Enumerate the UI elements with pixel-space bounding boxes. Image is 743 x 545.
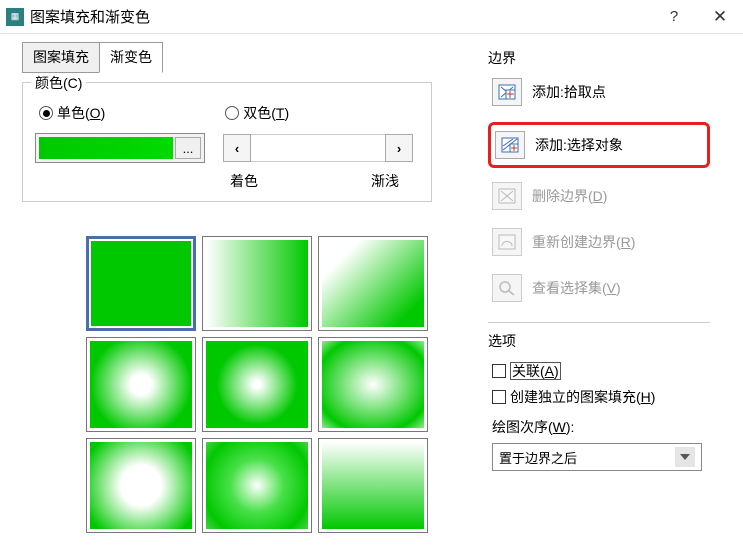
view-selection-button	[492, 274, 522, 302]
remove-boundary-button	[492, 182, 522, 210]
associative-label: 关联(A)	[510, 361, 561, 381]
titlebar: ▦ 图案填充和渐变色 ? ✕	[0, 0, 743, 34]
radio-empty-icon	[225, 106, 239, 120]
add-select-objects-button[interactable]	[495, 131, 525, 159]
draw-order-select[interactable]: 置于边界之后	[492, 443, 702, 471]
separate-hatch-row[interactable]: 创建独立的图案填充(H)	[492, 387, 710, 407]
gradient-pattern-9[interactable]	[318, 438, 428, 533]
tint-slider: ‹ ›	[223, 134, 413, 162]
associative-row[interactable]: 关联(A)	[492, 361, 710, 381]
magnifier-icon	[498, 280, 516, 296]
add-pick-points-label: 添加:拾取点	[532, 82, 606, 102]
color-swatch-control: ...	[35, 133, 205, 163]
tint-label: 着色	[230, 171, 258, 191]
close-button[interactable]: ✕	[697, 0, 743, 34]
gradient-pattern-3[interactable]	[318, 236, 428, 331]
remove-boundary-label: 删除边界(D)	[532, 186, 607, 206]
chevron-down-icon	[675, 447, 695, 467]
gradient-pattern-8[interactable]	[202, 438, 312, 533]
draw-order-value: 置于边界之后	[499, 448, 577, 467]
tabstrip: 图案填充 渐变色	[22, 42, 480, 73]
add-select-objects-label: 添加:选择对象	[535, 135, 623, 155]
gradient-pattern-1[interactable]	[86, 236, 196, 331]
color-browse-button[interactable]: ...	[175, 137, 201, 159]
recreate-boundary-button	[492, 228, 522, 256]
add-pick-points-row: 添加:拾取点	[492, 78, 710, 106]
slider-left-button[interactable]: ‹	[223, 134, 251, 162]
select-objects-icon	[501, 137, 519, 153]
color-group-title: 颜色(C)	[31, 73, 86, 93]
add-select-objects-row: 添加:选择对象	[488, 122, 710, 168]
boundary-section-title: 边界	[488, 48, 710, 68]
recreate-boundary-icon	[498, 234, 516, 250]
remove-boundary-row: 删除边界(D)	[492, 182, 710, 210]
window-title: 图案填充和渐变色	[30, 6, 150, 27]
recreate-boundary-row: 重新创建边界(R)	[492, 228, 710, 256]
pick-points-icon	[498, 84, 516, 100]
associative-checkbox[interactable]	[492, 364, 506, 378]
slider-track[interactable]	[251, 134, 385, 162]
view-selection-label: 查看选择集(V)	[532, 278, 621, 298]
gradient-pattern-4[interactable]	[86, 337, 196, 432]
color-group: 颜色(C) 单色(O) 双色(T) ... ‹	[22, 82, 432, 202]
radio-single-label: 单色(O)	[57, 103, 105, 123]
section-divider	[488, 322, 710, 323]
draw-order-label: 绘图次序(W):	[492, 417, 710, 437]
separate-hatch-checkbox[interactable]	[492, 390, 506, 404]
add-pick-points-button[interactable]	[492, 78, 522, 106]
help-button[interactable]: ?	[651, 0, 697, 34]
radio-two-label: 双色(T)	[243, 103, 289, 123]
options-section-title: 选项	[488, 331, 710, 351]
slider-labels: 着色 渐浅	[35, 171, 419, 191]
gradient-pattern-7[interactable]	[86, 438, 196, 533]
radio-dot-icon	[39, 106, 53, 120]
shade-label: 渐浅	[371, 171, 399, 191]
gradient-pattern-5[interactable]	[202, 337, 312, 432]
tab-hatch[interactable]: 图案填充	[22, 42, 100, 73]
separate-hatch-label: 创建独立的图案填充(H)	[510, 387, 655, 407]
gradient-pattern-6[interactable]	[318, 337, 428, 432]
gradient-pattern-grid	[86, 236, 480, 533]
remove-boundary-icon	[498, 188, 516, 204]
app-icon: ▦	[6, 8, 24, 26]
view-selection-row: 查看选择集(V)	[492, 274, 710, 302]
radio-two-color[interactable]: 双色(T)	[225, 103, 289, 123]
tab-gradient[interactable]: 渐变色	[99, 42, 163, 73]
recreate-boundary-label: 重新创建边界(R)	[532, 232, 635, 252]
color-swatch[interactable]	[39, 137, 173, 159]
radio-single-color[interactable]: 单色(O)	[39, 103, 105, 123]
slider-right-button[interactable]: ›	[385, 134, 413, 162]
gradient-pattern-2[interactable]	[202, 236, 312, 331]
